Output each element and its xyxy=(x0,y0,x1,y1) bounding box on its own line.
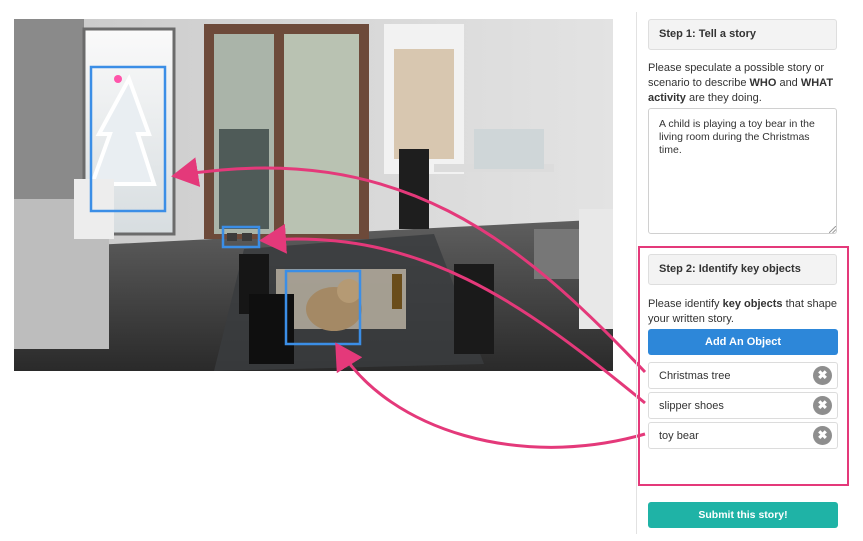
object-label: slipper shoes xyxy=(659,400,724,412)
object-label: Christmas tree xyxy=(659,370,731,382)
step2-prompt: Please identify key objects that shape y… xyxy=(648,298,837,325)
submit-story-button[interactable]: Submit this story! xyxy=(648,502,838,528)
object-item-slipper-shoes: slipper shoes ✖ xyxy=(648,392,838,419)
object-label: toy bear xyxy=(659,430,699,442)
step2-header: Step 2: Identify key objects xyxy=(648,254,837,285)
step1-prompt: Please speculate a possible story or sce… xyxy=(648,62,834,104)
object-item-christmas-tree: Christmas tree ✖ xyxy=(648,362,838,389)
resize-grip-icon[interactable] xyxy=(829,226,836,233)
close-circle-icon[interactable]: ✖ xyxy=(813,366,832,385)
scene-photo xyxy=(14,19,613,371)
close-circle-icon[interactable]: ✖ xyxy=(813,426,832,445)
object-item-toy-bear: toy bear ✖ xyxy=(648,422,838,449)
story-textarea[interactable]: A child is playing a toy bear in the liv… xyxy=(648,108,837,234)
panel-divider xyxy=(636,12,637,534)
scene-illustration xyxy=(14,19,613,371)
add-object-button[interactable]: Add An Object xyxy=(648,329,838,355)
close-circle-icon[interactable]: ✖ xyxy=(813,396,832,415)
step1-header: Step 1: Tell a story xyxy=(648,19,837,50)
